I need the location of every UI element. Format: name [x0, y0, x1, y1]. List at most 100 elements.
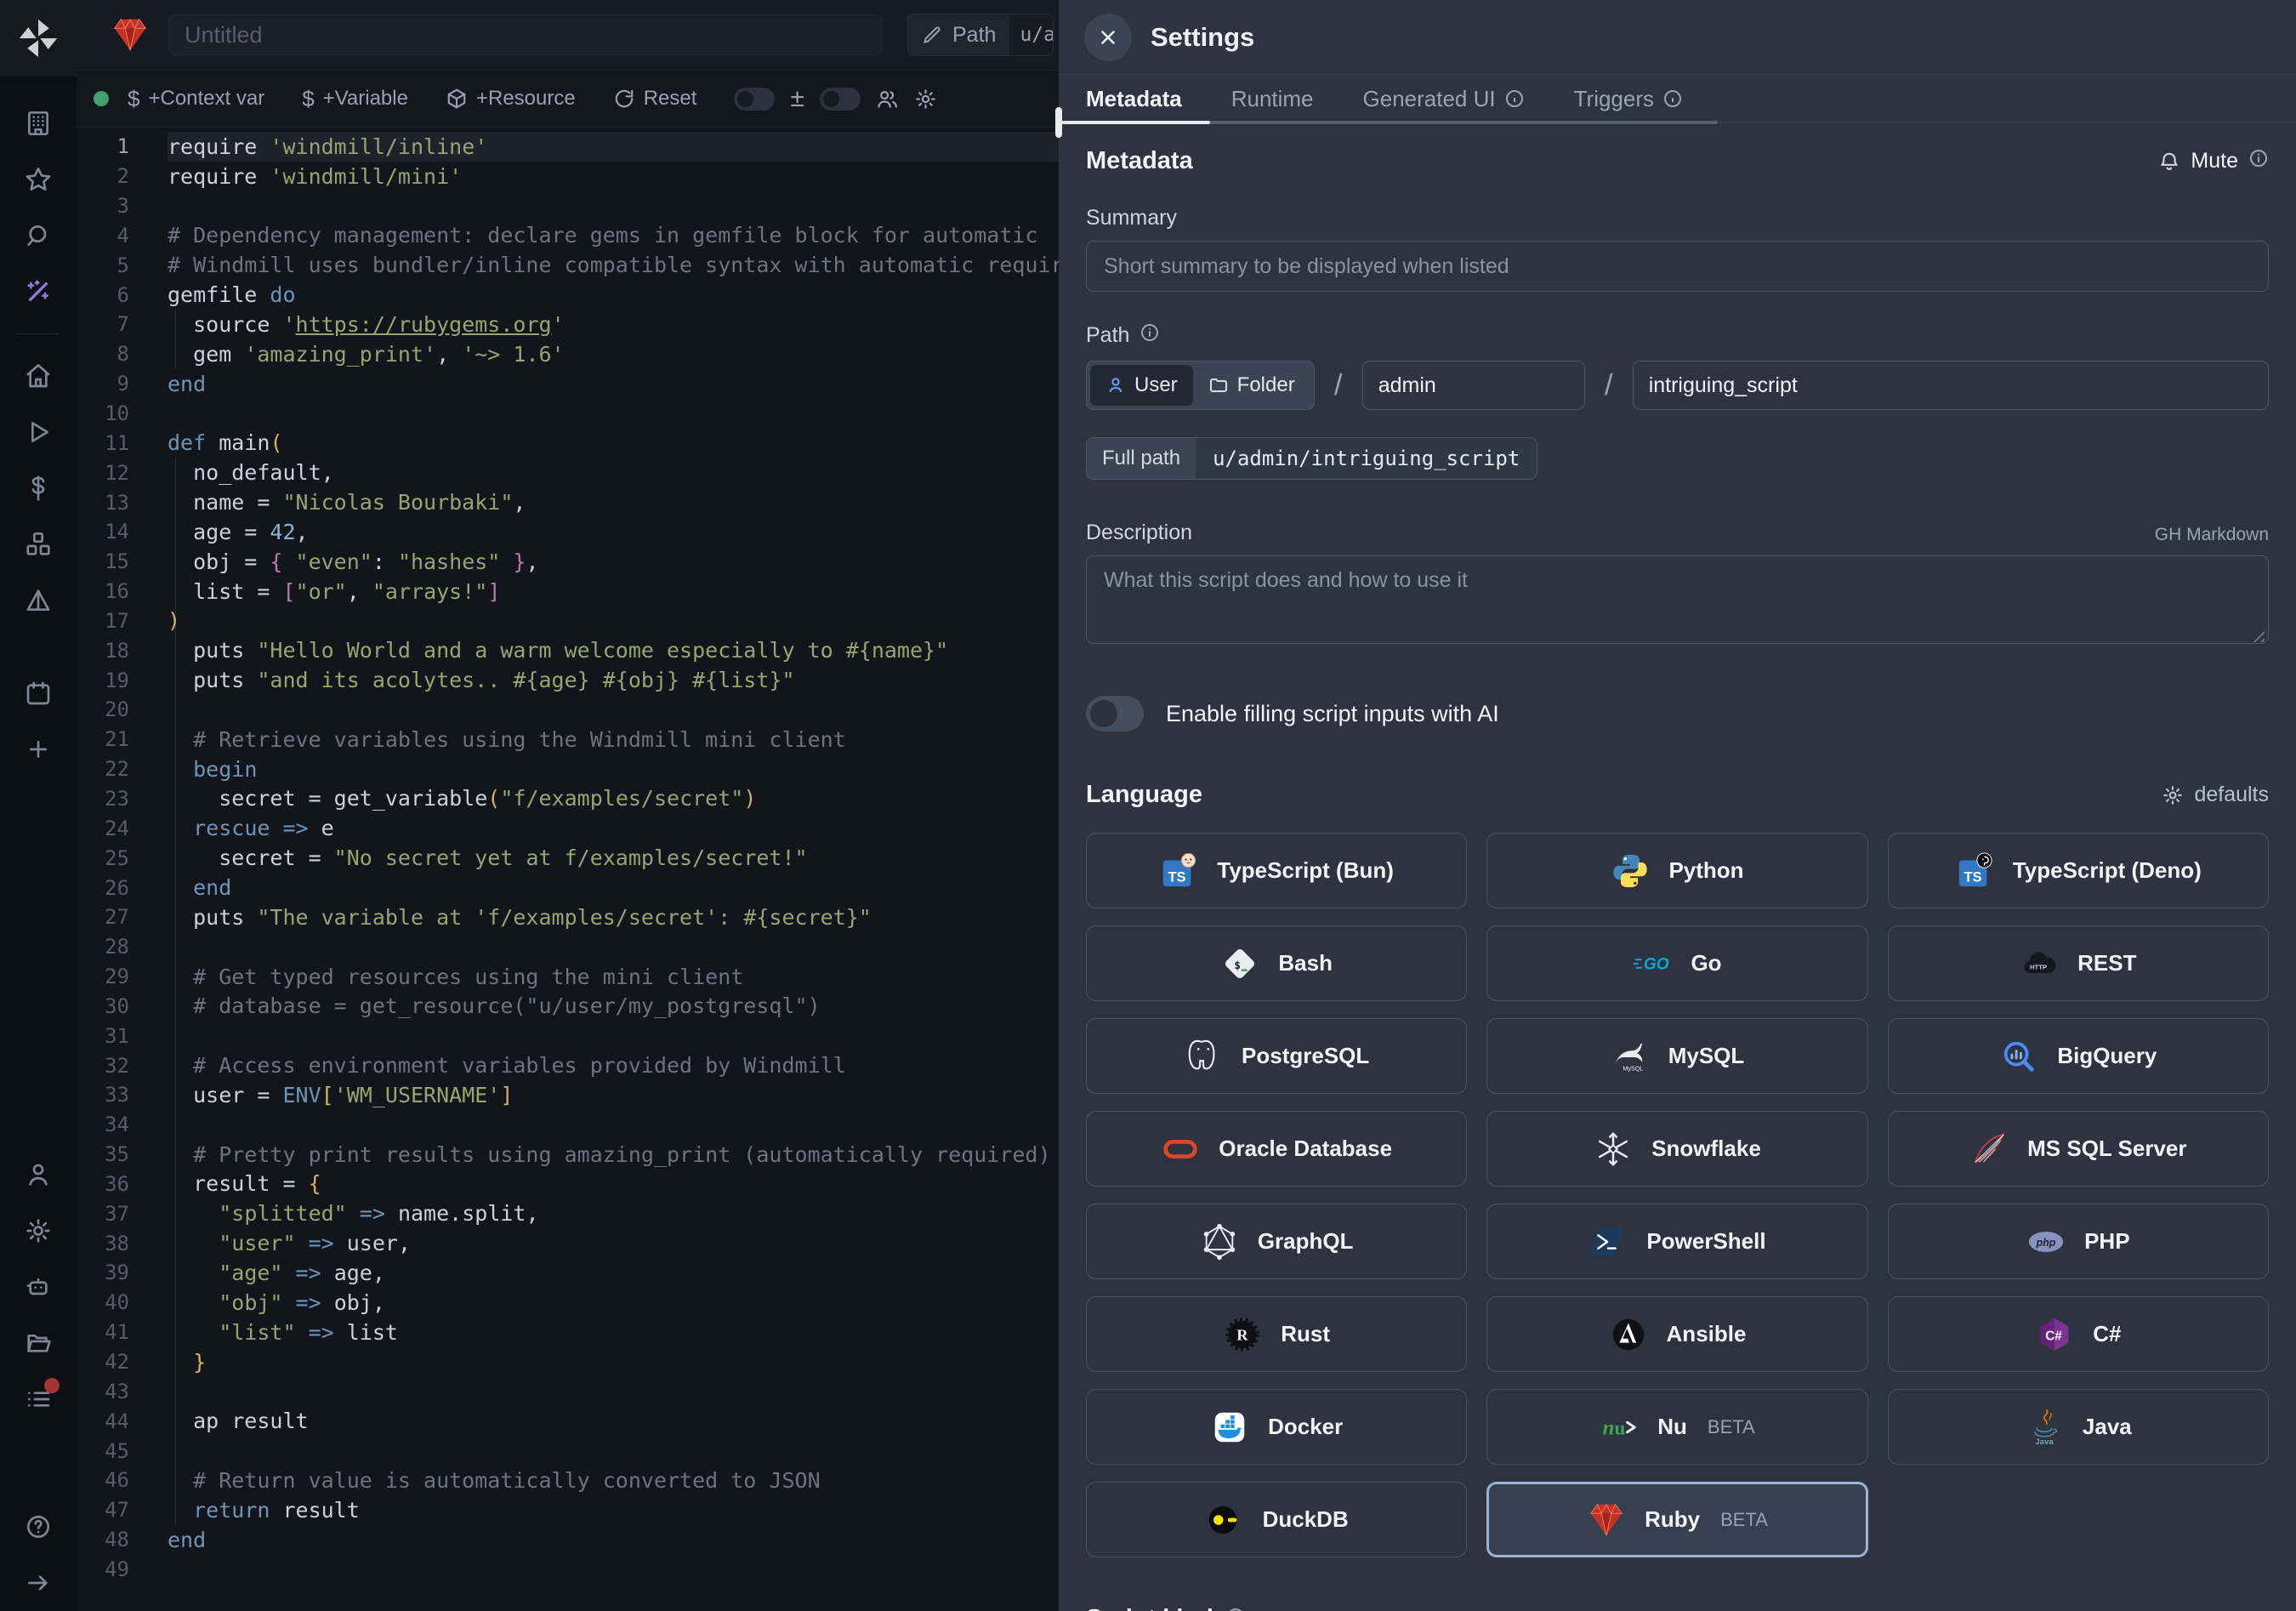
code-editor[interactable]: 1require 'windmill/inline'2require 'wind…	[77, 128, 1059, 1611]
user-icon[interactable]	[10, 1147, 66, 1203]
language-rust[interactable]: R Rust	[1086, 1296, 1467, 1372]
runs-icon[interactable]	[10, 404, 66, 460]
path-button[interactable]: Path u/admin/intriguing_script	[907, 14, 1054, 56]
resources-icon[interactable]	[10, 516, 66, 572]
ai-wand-icon[interactable]	[10, 264, 66, 320]
path-owner-input[interactable]	[1362, 361, 1585, 410]
multiplayer-button[interactable]	[876, 88, 899, 111]
tab-triggers[interactable]: Triggers	[1574, 86, 1683, 112]
mute-label: Mute	[2191, 149, 2238, 174]
collapse-icon[interactable]	[10, 1555, 66, 1611]
editor-settings-button[interactable]	[914, 88, 937, 111]
code-line: 5# Windmill uses bundler/inline compatib…	[77, 250, 1059, 280]
code-line: 47 return result	[77, 1495, 1059, 1525]
language-postgresql[interactable]: PostgreSQL	[1086, 1018, 1467, 1094]
windmill-logo-icon	[14, 14, 62, 62]
language-java[interactable]: Java Java	[1888, 1389, 2269, 1465]
language-defaults-button[interactable]: defaults	[2162, 783, 2269, 807]
description-textarea[interactable]	[1086, 555, 2269, 644]
language-bigquery[interactable]: BigQuery	[1888, 1018, 2269, 1094]
code-line: 35 # Pretty print results using amazing_…	[77, 1140, 1059, 1170]
owner-kind-user[interactable]: User	[1090, 365, 1193, 406]
rest-icon: HTTP	[2020, 944, 2059, 983]
package-icon	[446, 88, 468, 110]
language-typescript-bun[interactable]: TS TypeScript (Bun)	[1086, 833, 1467, 908]
settings-icon[interactable]	[10, 1203, 66, 1259]
language-powershell[interactable]: PowerShell	[1486, 1204, 1867, 1279]
code-line: 15 obj = { "even": "hashes" },	[77, 547, 1059, 577]
workers-icon[interactable]	[10, 1259, 66, 1315]
workspace-icon[interactable]	[10, 95, 66, 151]
tab-runtime[interactable]: Runtime	[1231, 86, 1314, 112]
add-context-var-button[interactable]: +Context var	[128, 86, 264, 112]
ai-fill-toggle[interactable]	[1086, 696, 1144, 731]
gear-icon	[914, 88, 937, 111]
language-ansible[interactable]: Ansible	[1486, 1296, 1867, 1372]
full-path-label: Full path	[1087, 438, 1196, 479]
add-resource-button[interactable]: +Resource	[446, 87, 576, 111]
search-icon[interactable]	[10, 208, 66, 264]
language-mysql[interactable]: MySQL MySQL	[1486, 1018, 1867, 1094]
language-mssql[interactable]: MS SQL Server	[1888, 1111, 2269, 1187]
folder-icon	[1208, 375, 1229, 396]
language-go[interactable]: GO Go	[1486, 925, 1867, 1001]
language-duckdb[interactable]: DuckDB	[1086, 1482, 1467, 1557]
windmill-logo[interactable]	[0, 0, 77, 77]
language-csharp[interactable]: C# C#	[1888, 1296, 2269, 1372]
script-title-input[interactable]	[168, 14, 883, 55]
add-variable-button[interactable]: +Variable	[302, 86, 408, 112]
owner-kind-user-label: User	[1134, 373, 1178, 397]
language-python[interactable]: Python	[1486, 833, 1867, 908]
code-line: 2require 'windmill/mini'	[77, 162, 1059, 191]
language-graphql[interactable]: GraphQL	[1086, 1204, 1467, 1279]
close-button[interactable]	[1084, 14, 1132, 61]
summary-input[interactable]	[1086, 241, 2269, 292]
favorites-icon[interactable]	[10, 151, 66, 208]
code-line: 16 list = ["or", "arrays!"]	[77, 577, 1059, 606]
powershell-icon	[1588, 1222, 1628, 1261]
schedules-icon[interactable]	[10, 665, 66, 721]
reset-button[interactable]: Reset	[613, 87, 697, 111]
create-icon[interactable]	[10, 721, 66, 777]
language-bash[interactable]: $ Bash	[1086, 925, 1467, 1001]
mute-info-icon[interactable]	[2248, 148, 2269, 174]
language-php[interactable]: php PHP	[1888, 1204, 2269, 1279]
language-ruby[interactable]: Ruby BETA	[1486, 1482, 1867, 1557]
info-icon	[1662, 88, 1683, 109]
path-info-icon[interactable]	[1139, 322, 1160, 349]
beta-badge: BETA	[1720, 1509, 1768, 1531]
diff-icon-button[interactable]	[790, 84, 804, 113]
info-icon	[1504, 88, 1525, 109]
code-line: 21 # Retrieve variables using the Windmi…	[77, 725, 1059, 754]
tab-metadata[interactable]: Metadata	[1086, 86, 1182, 112]
triggers-icon[interactable]	[10, 572, 66, 629]
panel-resize-handle[interactable]	[1055, 107, 1062, 138]
bell-icon	[2158, 151, 2180, 173]
folders-icon[interactable]	[10, 1315, 66, 1371]
diff-mode-toggle[interactable]	[734, 88, 775, 111]
language-rest[interactable]: HTTP REST	[1888, 925, 2269, 1001]
language-typescript-deno[interactable]: TS TypeScript (Deno)	[1888, 833, 2269, 908]
logs-icon[interactable]	[10, 1371, 66, 1427]
owner-kind-folder[interactable]: Folder	[1193, 365, 1310, 406]
home-icon[interactable]	[10, 348, 66, 404]
multiplayer-toggle[interactable]	[820, 88, 861, 111]
tab-generated-ui[interactable]: Generated UI	[1363, 86, 1525, 112]
help-icon[interactable]	[10, 1499, 66, 1555]
code-line: 17)	[77, 606, 1059, 636]
sidebar-divider	[16, 333, 60, 334]
code-line: 8 gem 'amazing_print', '~> 1.6'	[77, 339, 1059, 369]
mute-button[interactable]: Mute	[2158, 148, 2269, 174]
code-line: 24 rescue => e	[77, 813, 1059, 843]
ai-fill-label: Enable filling script inputs with AI	[1166, 701, 1499, 727]
path-name-input[interactable]	[1633, 361, 2269, 410]
code-line: 39 "age" => age,	[77, 1258, 1059, 1288]
variables-icon[interactable]	[10, 460, 66, 516]
code-line: 4# Dependency management: declare gems i…	[77, 221, 1059, 251]
language-snowflake[interactable]: Snowflake	[1486, 1111, 1867, 1187]
language-nu[interactable]: nu Nu BETA	[1486, 1389, 1867, 1465]
language-docker[interactable]: Docker	[1086, 1389, 1467, 1465]
script-kind-info-icon[interactable]	[1225, 1607, 1246, 1611]
language-oracle[interactable]: Oracle Database	[1086, 1111, 1467, 1187]
full-path-value: u/admin/intriguing_script	[1196, 438, 1537, 479]
